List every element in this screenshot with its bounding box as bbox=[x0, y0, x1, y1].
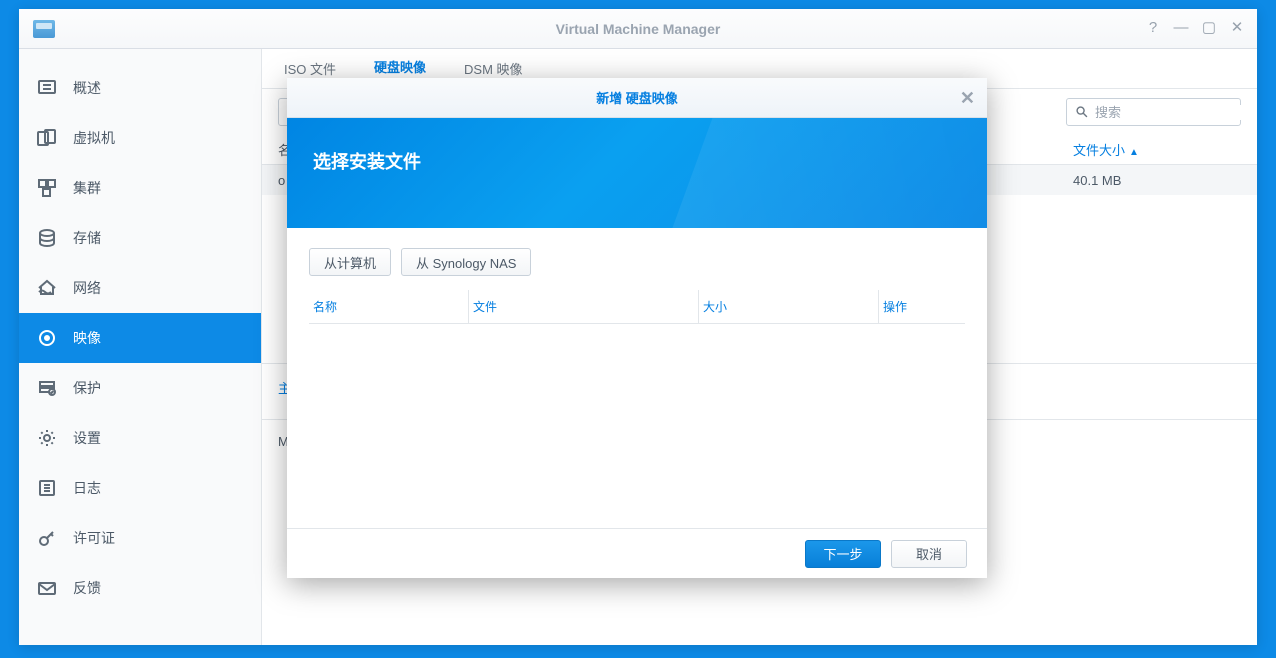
sidebar-item-protection[interactable]: 保护 bbox=[19, 363, 261, 413]
sidebar-item-label: 网络 bbox=[73, 278, 101, 298]
sidebar-item-network[interactable]: 网络 bbox=[19, 263, 261, 313]
storage-icon bbox=[37, 228, 57, 248]
cell-size: 40.1 MB bbox=[1057, 173, 1257, 188]
app-icon bbox=[33, 20, 55, 38]
dialog-body: 从计算机 从 Synology NAS 名称 文件 大小 操作 bbox=[287, 228, 987, 528]
dialog-footer: 下一步 取消 bbox=[287, 528, 987, 578]
sidebar-item-feedback[interactable]: 反馈 bbox=[19, 563, 261, 613]
maximize-icon[interactable]: ▢ bbox=[1195, 13, 1223, 41]
sidebar-item-label: 虚拟机 bbox=[73, 128, 115, 148]
fcol-file[interactable]: 文件 bbox=[469, 290, 699, 323]
dialog-add-disk-image: 新增 硬盘映像 ✕ 选择安装文件 从计算机 从 Synology NAS 名称 … bbox=[287, 78, 987, 578]
titlebar: Virtual Machine Manager ? — ▢ ✕ bbox=[19, 9, 1257, 49]
image-icon bbox=[37, 328, 57, 348]
sidebar-item-cluster[interactable]: 集群 bbox=[19, 163, 261, 213]
next-button[interactable]: 下一步 bbox=[805, 540, 881, 568]
protection-icon bbox=[37, 378, 57, 398]
sidebar-item-label: 集群 bbox=[73, 178, 101, 198]
sidebar-item-storage[interactable]: 存储 bbox=[19, 213, 261, 263]
close-icon[interactable]: ✕ bbox=[1223, 13, 1251, 41]
sidebar-item-label: 设置 bbox=[73, 428, 101, 448]
window-controls: ? — ▢ ✕ bbox=[1139, 13, 1251, 41]
cancel-button[interactable]: 取消 bbox=[891, 540, 967, 568]
dialog-banner-title: 选择安装文件 bbox=[313, 148, 961, 174]
sidebar-item-label: 反馈 bbox=[73, 578, 101, 598]
minimize-icon[interactable]: — bbox=[1167, 13, 1195, 41]
sidebar-item-label: 许可证 bbox=[73, 528, 115, 548]
dialog-banner: 选择安装文件 bbox=[287, 118, 987, 228]
log-icon bbox=[37, 478, 57, 498]
fcol-size[interactable]: 大小 bbox=[699, 290, 879, 323]
cluster-icon bbox=[37, 178, 57, 198]
sidebar-item-log[interactable]: 日志 bbox=[19, 463, 261, 513]
sidebar-item-overview[interactable]: 概述 bbox=[19, 63, 261, 113]
gear-icon bbox=[37, 428, 57, 448]
key-icon bbox=[37, 528, 57, 548]
dialog-titlebar: 新增 硬盘映像 ✕ bbox=[287, 78, 987, 118]
sidebar-item-label: 概述 bbox=[73, 78, 101, 98]
dialog-title: 新增 硬盘映像 bbox=[596, 88, 678, 107]
help-icon[interactable]: ? bbox=[1139, 13, 1167, 41]
sidebar-item-image[interactable]: 映像 bbox=[19, 313, 261, 363]
sidebar-item-label: 存储 bbox=[73, 228, 101, 248]
dialog-close-icon[interactable]: ✕ bbox=[960, 88, 975, 109]
fcol-name[interactable]: 名称 bbox=[309, 290, 469, 323]
search-box[interactable] bbox=[1066, 98, 1241, 126]
search-input[interactable] bbox=[1095, 105, 1257, 120]
sidebar-item-settings[interactable]: 设置 bbox=[19, 413, 261, 463]
overview-icon bbox=[37, 78, 57, 98]
from-computer-button[interactable]: 从计算机 bbox=[309, 248, 391, 276]
upload-source-buttons: 从计算机 从 Synology NAS bbox=[309, 248, 965, 276]
sort-asc-icon: ▲ bbox=[1129, 147, 1139, 158]
mail-icon bbox=[37, 578, 57, 598]
file-table: 名称 文件 大小 操作 bbox=[309, 290, 965, 324]
sidebar-item-label: 保护 bbox=[73, 378, 101, 398]
search-icon bbox=[1075, 105, 1089, 119]
sidebar-item-vm[interactable]: 虚拟机 bbox=[19, 113, 261, 163]
sidebar-item-license[interactable]: 许可证 bbox=[19, 513, 261, 563]
file-table-header: 名称 文件 大小 操作 bbox=[309, 290, 965, 324]
vm-icon bbox=[37, 128, 57, 148]
window-title: Virtual Machine Manager bbox=[19, 21, 1257, 37]
fcol-ops[interactable]: 操作 bbox=[879, 290, 965, 323]
sidebar: 概述 虚拟机 集群 存储 网络 映像 bbox=[19, 49, 262, 645]
sidebar-item-label: 映像 bbox=[73, 328, 101, 348]
network-icon bbox=[37, 278, 57, 298]
from-nas-button[interactable]: 从 Synology NAS bbox=[401, 248, 531, 276]
sidebar-item-label: 日志 bbox=[73, 478, 101, 498]
col-header-size[interactable]: 文件大小▲ bbox=[1057, 140, 1257, 159]
